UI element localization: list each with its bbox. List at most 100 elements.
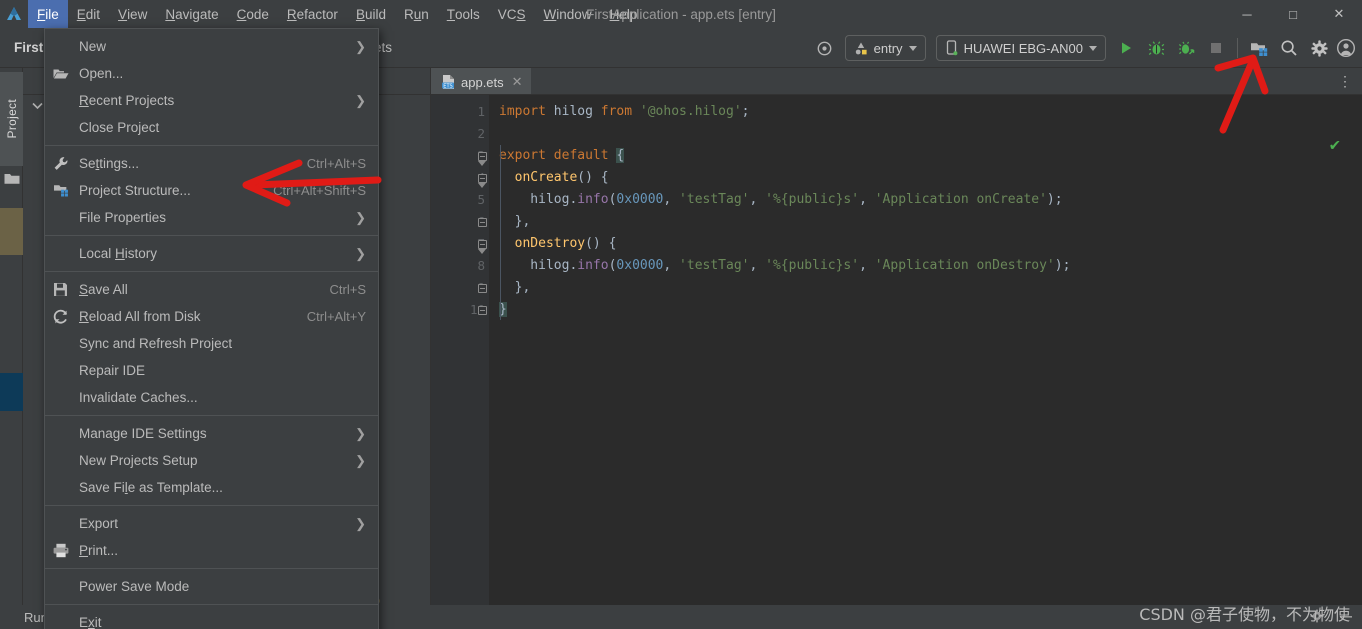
menu-item-label: Open... [79, 66, 124, 81]
menu-item-new-projects-setup[interactable]: New Projects Setup ❯ [45, 447, 378, 474]
attach-debugger-icon[interactable] [1171, 33, 1201, 63]
status-hide-icon[interactable] [1338, 609, 1354, 626]
menubar-item-navigate[interactable]: Navigate [156, 0, 227, 28]
menubar-item-refactor[interactable]: Refactor [278, 0, 347, 28]
search-icon[interactable] [1274, 33, 1304, 63]
menu-item-label: Project Structure... [79, 183, 191, 198]
menubar-item-view[interactable]: View [109, 0, 156, 28]
menubar-item-edit[interactable]: Edit [68, 0, 109, 28]
file-menu-popup[interactable]: New ❯ Open... Recent Projects ❯ Close Project… [44, 28, 379, 629]
menubar-item-code[interactable]: Code [228, 0, 278, 28]
settings-sync-icon[interactable] [810, 33, 840, 63]
menu-item-print[interactable]: Print... [45, 537, 378, 564]
close-tab-icon[interactable]: ✕ [512, 74, 523, 90]
menu-item-label: Recent Projects [79, 93, 175, 108]
code-line[interactable]: hilog.info(0x0000, 'testTag', '%{public}… [499, 255, 1362, 277]
device-icon [945, 40, 958, 56]
menu-item-label: Export [79, 516, 119, 531]
save-icon [53, 282, 79, 297]
menu-item-label: Print... [79, 543, 119, 558]
breadcrumb-item-project[interactable]: First [14, 40, 43, 55]
editor-tab-options-icon[interactable]: ⋮ [1338, 68, 1352, 95]
code-folding-column[interactable] [475, 101, 489, 321]
fold-marker-icon[interactable] [477, 305, 487, 315]
menu-item-power-save-mode[interactable]: Power Save Mode [45, 573, 378, 600]
code-line[interactable]: onDestroy() { [499, 233, 1362, 255]
menu-item-exit[interactable]: Exit [45, 609, 378, 629]
debug-icon[interactable] [1141, 33, 1171, 63]
menu-item-export[interactable]: Export ❯ [45, 510, 378, 537]
chevron-right-icon: ❯ [355, 515, 366, 531]
menubar-item-run[interactable]: Run [395, 0, 438, 28]
device-selector[interactable]: HUAWEI EBG-AN00 [935, 35, 1106, 61]
menu-item-save-file-as-template[interactable]: Save File as Template... [45, 474, 378, 501]
indent-guide [500, 145, 501, 320]
account-icon[interactable] [1334, 33, 1358, 63]
menu-item-new[interactable]: New ❯ [45, 33, 378, 60]
run-configuration-selector[interactable]: entry [844, 35, 926, 61]
code-line[interactable]: hilog.info(0x0000, 'testTag', '%{public}… [499, 189, 1362, 211]
fold-marker-icon[interactable] [477, 151, 487, 166]
menubar-item-file[interactable]: File [28, 0, 68, 28]
menu-item-close-project[interactable]: Close Project [45, 114, 378, 141]
code-line[interactable]: import hilog from '@ohos.hilog'; [499, 101, 1362, 123]
menu-item-sync-and-refresh-project[interactable]: Sync and Refresh Project [45, 330, 378, 357]
stop-icon[interactable] [1201, 33, 1231, 63]
editor-tab-app-ets[interactable]: ETS app.ets ✕ [431, 68, 531, 94]
code-line[interactable]: onCreate() { [499, 167, 1362, 189]
fold-marker-icon[interactable] [477, 217, 487, 227]
settings-gear-icon[interactable] [1304, 33, 1334, 63]
menubar-item-vcs[interactable]: VC S [489, 0, 535, 28]
menubar-item-window[interactable]: Window [535, 0, 601, 28]
toolbar-separator [1237, 38, 1238, 58]
code-line[interactable]: export default { [499, 145, 1362, 167]
chevron-right-icon: ❯ [355, 38, 366, 54]
status-gear-icon[interactable] [1310, 608, 1324, 626]
chevron-down-icon [29, 102, 45, 110]
menu-item-label: Exit [79, 615, 102, 629]
menu-item-label: Close Project [79, 120, 160, 135]
menubar-item-build[interactable]: Build [347, 0, 395, 28]
menu-item-recent-projects[interactable]: Recent Projects ❯ [45, 87, 378, 114]
editor-vscrollbar[interactable] [1350, 122, 1362, 605]
close-icon[interactable]: ✕ [1316, 0, 1362, 28]
menu-item-label: Local History [79, 246, 158, 261]
main-toolbar-actions: entry HUAWEI EBG-AN00 [810, 28, 1362, 68]
code-line[interactable]: }, [499, 277, 1362, 299]
code-editor[interactable]: 12345678910 import hilog from '@ohos.hil… [431, 95, 1362, 605]
menu-item-label: Power Save Mode [79, 579, 190, 594]
menu-item-manage-ide-settings[interactable]: Manage IDE Settings ❯ [45, 420, 378, 447]
fold-marker-icon[interactable] [477, 173, 487, 188]
menu-item-label: Reload All from Disk [79, 309, 201, 324]
menu-item-save-all[interactable]: Save All Ctrl+S [45, 276, 378, 303]
sidebar-item-project[interactable]: Project [0, 72, 23, 166]
ets-file-icon: ETS [441, 74, 456, 90]
code-line[interactable] [499, 123, 1362, 145]
maximize-icon[interactable]: □ [1270, 0, 1316, 28]
code-line[interactable]: }, [499, 211, 1362, 233]
menu-item-project-structure[interactable]: Project Structure... Ctrl+Alt+Shift+S [45, 177, 378, 204]
tree-highlight-modified [0, 208, 23, 255]
menubar-item-help[interactable]: Help [601, 0, 647, 28]
code-line[interactable]: } [499, 299, 1362, 321]
menu-bar[interactable]: File Edit View Navigate Code Refactor Build Ru n… [28, 0, 646, 28]
menu-item-shortcut: Ctrl+Alt+S [306, 156, 366, 171]
menu-separator [45, 568, 378, 569]
menu-item-settings[interactable]: Settings... Ctrl+Alt+S [45, 150, 378, 177]
menu-item-open[interactable]: Open... [45, 60, 378, 87]
minimize-icon[interactable]: ─ [1224, 0, 1270, 28]
menubar-item-tools[interactable]: Tools [438, 0, 489, 28]
run-icon[interactable] [1111, 33, 1141, 63]
project-structure-icon[interactable] [1244, 33, 1274, 63]
menu-item-local-history[interactable]: Local History ❯ [45, 240, 378, 267]
fold-marker-icon[interactable] [477, 283, 487, 293]
code-content[interactable]: import hilog from '@ohos.hilog'; export d… [489, 95, 1362, 605]
inspection-ok-icon[interactable]: ✔ [1330, 135, 1340, 155]
menu-item-repair-ide[interactable]: Repair IDE [45, 357, 378, 384]
menu-separator [45, 145, 378, 146]
fold-marker-icon[interactable] [477, 239, 487, 254]
menu-item-invalidate-caches[interactable]: Invalidate Caches... [45, 384, 378, 411]
menu-item-file-properties[interactable]: File Properties ❯ [45, 204, 378, 231]
menu-item-reload-all-from-disk[interactable]: Reload All from Disk Ctrl+Alt+Y [45, 303, 378, 330]
chevron-right-icon: ❯ [355, 209, 366, 225]
